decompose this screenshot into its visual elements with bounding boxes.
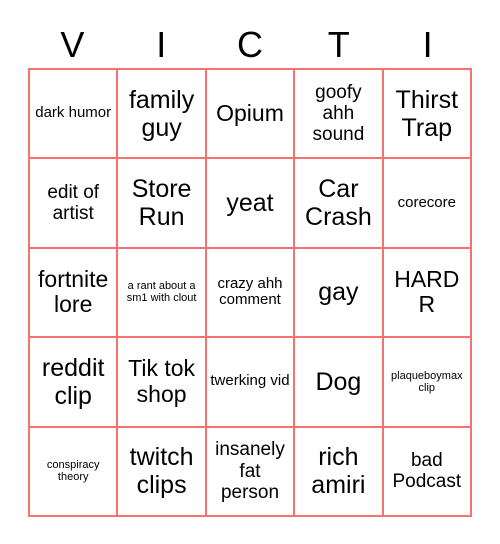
- header-letter-5: I: [422, 24, 433, 65]
- bingo-cell[interactable]: twerking vid: [206, 338, 296, 428]
- bingo-cell-label: gay: [318, 278, 359, 307]
- bingo-cell-label: twerking vid: [210, 372, 290, 390]
- bingo-cell-label: crazy ahh comment: [217, 274, 283, 309]
- bingo-cell[interactable]: Thirst Trap: [383, 70, 472, 160]
- bingo-cell-label: a rant about a sm1 with clout: [126, 280, 197, 305]
- bingo-grid: dark humor family guy Opium goofy ahh so…: [28, 68, 472, 517]
- bingo-cell[interactable]: HARD R: [383, 248, 472, 339]
- bingo-cell[interactable]: reddit clip: [30, 338, 119, 428]
- bingo-cell[interactable]: Dog: [295, 338, 384, 428]
- bingo-cell[interactable]: dark humor: [30, 70, 119, 160]
- bingo-header: V I C T I: [28, 22, 472, 68]
- bingo-cell-label: plaqueboymax clip: [391, 369, 463, 394]
- bingo-cell[interactable]: conspiracy theory: [30, 427, 119, 517]
- bingo-cell-label: Opium: [216, 99, 284, 126]
- bingo-cell[interactable]: family guy: [118, 70, 207, 160]
- bingo-cell[interactable]: gay: [295, 248, 384, 339]
- bingo-cell[interactable]: Store Run: [118, 159, 207, 249]
- bingo-cell[interactable]: Opium: [206, 70, 296, 160]
- header-letter-3: C: [236, 24, 263, 65]
- bingo-cell[interactable]: fortnite lore: [30, 248, 119, 339]
- bingo-cell[interactable]: yeat: [206, 159, 296, 249]
- bingo-cell[interactable]: goofy ahh sound: [295, 70, 384, 160]
- bingo-cell[interactable]: corecore: [383, 159, 472, 249]
- bingo-cell-label: Store Run: [131, 175, 192, 232]
- bingo-cell-label: dark humor: [35, 104, 112, 122]
- bingo-cell[interactable]: twitch clips: [118, 427, 207, 517]
- bingo-cell-label: reddit clip: [41, 353, 105, 410]
- bingo-cell-label: corecore: [397, 193, 456, 211]
- bingo-cell-label: HARD R: [394, 265, 460, 318]
- bingo-cell-label: Thirst Trap: [395, 85, 459, 142]
- bingo-cell[interactable]: plaqueboymax clip: [383, 338, 472, 428]
- bingo-cell-label: twitch clips: [129, 443, 194, 500]
- bingo-cell[interactable]: insanely fat person: [206, 427, 296, 517]
- header-letter-1: V: [60, 24, 85, 65]
- bingo-cell-label: edit of artist: [47, 181, 100, 225]
- bingo-cell-label: fortnite lore: [38, 265, 109, 318]
- bingo-cell[interactable]: crazy ahh comment: [206, 248, 296, 339]
- bingo-cell-label: bad Podcast: [392, 450, 462, 493]
- bingo-cell-label: goofy ahh sound: [312, 81, 365, 146]
- bingo-cell[interactable]: bad Podcast: [383, 427, 472, 517]
- header-letter-4: T: [327, 24, 350, 65]
- bingo-cell-label: insanely fat person: [215, 439, 285, 503]
- bingo-cell-label: family guy: [128, 85, 195, 142]
- bingo-cell-label: Car Crash: [305, 175, 372, 232]
- bingo-card: V I C T I dark humor family guy Opium go…: [0, 0, 500, 544]
- header-letter-2: I: [156, 24, 167, 65]
- bingo-cell[interactable]: a rant about a sm1 with clout: [118, 248, 207, 339]
- bingo-cell[interactable]: rich amiri: [295, 427, 384, 517]
- bingo-cell-label: conspiracy theory: [46, 458, 100, 484]
- bingo-cell[interactable]: edit of artist: [30, 159, 119, 249]
- bingo-cell-label: Tik tok shop: [128, 355, 196, 407]
- bingo-cell[interactable]: Tik tok shop: [118, 338, 207, 428]
- bingo-cell-label: rich amiri: [311, 443, 366, 500]
- bingo-cell[interactable]: Car Crash: [295, 159, 384, 249]
- bingo-cell-label: Dog: [315, 367, 362, 396]
- bingo-cell-label: yeat: [226, 189, 274, 218]
